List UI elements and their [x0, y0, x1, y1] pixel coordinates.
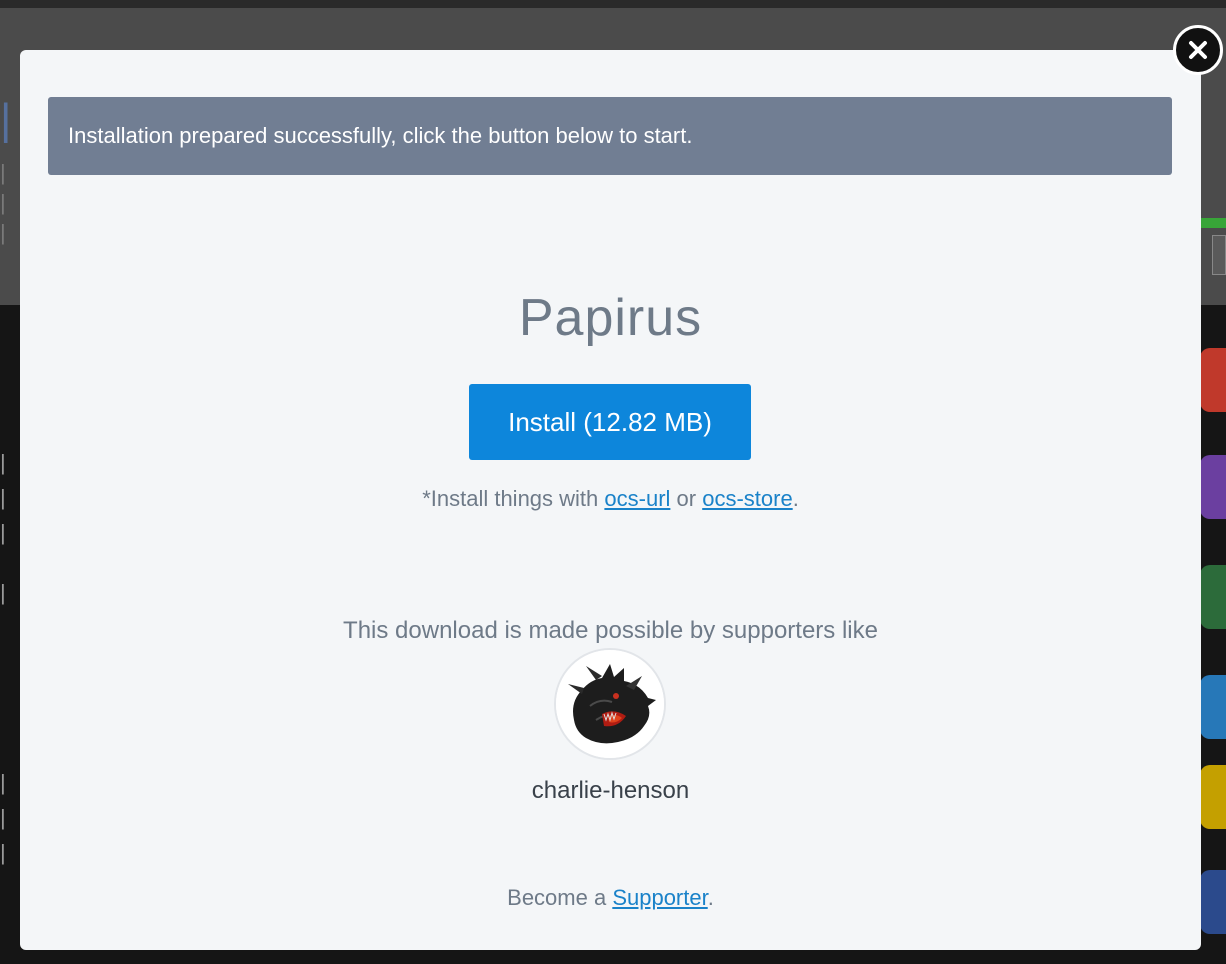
product-title: Papirus — [518, 289, 703, 347]
background-fragment: | — [0, 95, 12, 144]
background-fragment: | — [0, 580, 6, 605]
background-top-stripe — [0, 0, 1226, 8]
background-app-icon — [1200, 565, 1226, 629]
supporters-text: This download is made possible by suppor… — [343, 617, 878, 644]
background-fragment: | — [0, 840, 6, 865]
install-hint-suffix: . — [792, 486, 799, 511]
become-prefix: Become a — [507, 885, 613, 910]
install-hint-prefix: *Install things with — [422, 486, 605, 511]
ocs-url-link[interactable]: ocs-url — [604, 486, 670, 511]
supporter-name[interactable]: charlie-henson — [20, 777, 1201, 805]
close-icon — [1189, 41, 1207, 59]
background-fragment: | — [0, 485, 6, 510]
background-fragment: | — [0, 770, 6, 795]
background-fragment: | — [0, 190, 6, 215]
install-hint: *Install things with ocs-url or ocs-stor… — [20, 486, 1201, 512]
background-fragment: | — [0, 520, 6, 545]
install-hint-middle: or — [670, 486, 703, 511]
dragon-avatar-image — [556, 650, 664, 758]
background-input-edge — [1212, 235, 1226, 275]
background-fragment: | — [0, 160, 6, 185]
background-fragment: | — [0, 805, 6, 830]
background-fragment: | — [0, 220, 6, 245]
success-alert-text: Installation prepared successfully, clic… — [68, 123, 693, 148]
background-app-icon — [1200, 870, 1226, 934]
install-modal: Installation prepared successfully, clic… — [20, 50, 1201, 950]
background-app-icon — [1200, 675, 1226, 739]
become-suffix: . — [707, 885, 714, 910]
install-button[interactable]: Install (12.82 MB) — [469, 384, 751, 460]
ocs-store-link[interactable]: ocs-store — [702, 486, 792, 511]
background-fragment: | — [0, 450, 6, 475]
supporter-link[interactable]: Supporter — [612, 885, 707, 910]
background-app-icon — [1200, 455, 1226, 519]
supporter-avatar[interactable] — [554, 648, 666, 760]
background-app-icon — [1200, 765, 1226, 829]
background-green-bar — [1200, 218, 1226, 228]
close-button[interactable] — [1173, 25, 1223, 75]
become-supporter-text: Become a Supporter. — [20, 885, 1201, 911]
background-app-icon — [1200, 348, 1226, 412]
success-alert: Installation prepared successfully, clic… — [48, 97, 1172, 175]
